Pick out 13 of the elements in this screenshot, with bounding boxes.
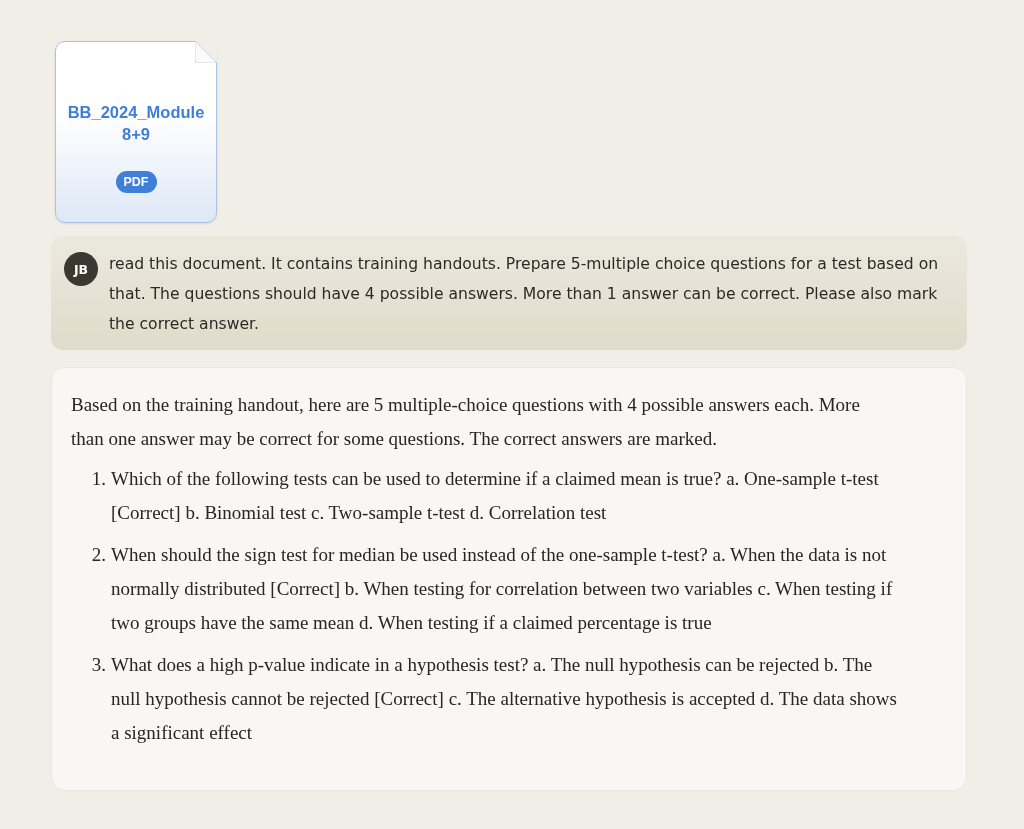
file-name: BB_2024_Module 8+9 xyxy=(66,102,206,145)
page-fold-icon xyxy=(195,41,217,63)
question-text: What does a high p-value indicate in a hypothesis test? a. The null hypothesis can be rejected b. The null hypothesis cannot be rejected [Correct] c. The alternative hypothesis is accepted d. The data shows a significant effect xyxy=(111,653,898,745)
user-avatar: JB xyxy=(64,252,98,286)
list-number: 2. xyxy=(90,543,107,567)
file-type-badge: PDF xyxy=(115,171,157,193)
response-paragraph: Based on the training handout, here are 5 multiple-choice questions with 4 possible answers each. More than one answer may be correct for some questions. The correct answers are marked. xyxy=(71,393,861,451)
question-text: When should the sign test for median be used instead of the one-sample t-test? a. When the data is not normally distributed [Correct] b. When testing for correlation between two variables c. When testing if two groups have the same mean d. When testing if a claimed percentage is true xyxy=(111,543,894,635)
list-number: 1. xyxy=(90,467,107,491)
question-text: Which of the following tests can be used to determine if a claimed mean is true? a. One-sample t-test [Correct] b. Binomial test c. Two-sample t-test d. Correlation test xyxy=(111,467,880,525)
user-message-text: read this document. It contains training handouts. Prepare 5-multiple choice questions for a test based on that. The questions should have 4 possible answers. More than 1 answer can be correct. Please also mark the correct answer. xyxy=(109,254,940,335)
file-attachment-card[interactable]: BB_2024_Module 8+9 PDF xyxy=(55,41,217,223)
list-number: 3. xyxy=(90,653,107,677)
